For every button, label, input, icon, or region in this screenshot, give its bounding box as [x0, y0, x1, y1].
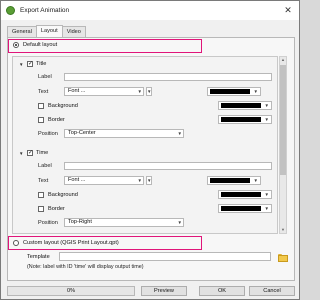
qgis-logo-icon [6, 6, 15, 15]
time-background-row: Background ▼ [38, 190, 272, 199]
title-text-row: Text Font ... ▼ ▼ ▼ [38, 87, 261, 96]
default-layout-label: Default layout [23, 42, 58, 48]
scroll-up-arrow-icon[interactable]: ▲ [280, 57, 286, 63]
time-background-color-button[interactable]: ▼ [218, 190, 272, 199]
chevron-down-icon: ▼ [137, 89, 142, 94]
title-position-select[interactable]: Top-Center ▼ [64, 129, 184, 138]
chevron-down-icon: ▼ [177, 220, 182, 225]
chevron-down-icon: ▼ [264, 103, 269, 108]
title-border-label: Border [48, 116, 65, 123]
tab-layout[interactable]: Layout [35, 25, 63, 37]
export-progress-bar: 0% [7, 286, 135, 296]
template-note: (Note: label with ID 'time' will display… [27, 264, 144, 270]
chevron-down-icon: ▼ [264, 117, 269, 122]
time-label-input[interactable] [64, 162, 272, 170]
time-border-row: Border ▼ [38, 204, 272, 213]
title-bar: Export Animation ✕ [1, 1, 299, 20]
color-swatch [210, 178, 250, 183]
title-enable-checkbox[interactable] [27, 60, 33, 68]
export-animation-dialog: Export Animation ✕ General Layout Video … [0, 0, 300, 300]
time-label-caption: Label [38, 163, 52, 169]
collapse-arrow-icon[interactable]: ▼ [19, 151, 24, 156]
time-label-row: Label [38, 162, 272, 170]
scrollbar-thumb[interactable] [280, 65, 286, 175]
custom-layout-radio[interactable] [13, 240, 19, 246]
color-swatch [210, 89, 250, 94]
close-icon[interactable]: ✕ [281, 4, 295, 17]
time-font-button[interactable]: Font ... ▼ [64, 176, 144, 185]
custom-layout-option[interactable]: Custom layout (QGIS Print Layout.qpt) [13, 240, 119, 246]
vertical-scrollbar[interactable]: ▲ ▼ [279, 56, 287, 234]
window-title: Export Animation [20, 7, 70, 14]
tab-bar: General Layout Video [7, 25, 86, 37]
color-swatch [221, 206, 261, 211]
title-group-header[interactable]: ▼ Title [19, 60, 275, 68]
title-position-value: Top-Center [68, 130, 96, 136]
chevron-down-icon: ▼ [137, 178, 142, 183]
ok-button[interactable]: OK [199, 286, 245, 296]
title-position-caption: Position [38, 130, 58, 137]
time-position-caption: Position [38, 219, 58, 226]
time-group: ▼ Time [19, 149, 275, 157]
title-background-label: Background [48, 102, 78, 109]
time-text-caption: Text [38, 177, 49, 184]
title-background-checkbox[interactable] [38, 102, 44, 109]
title-font-options-dropdown[interactable]: ▼ [146, 87, 152, 96]
preview-button[interactable]: Preview [141, 286, 187, 296]
time-text-color-button[interactable]: ▼ [207, 176, 261, 185]
title-label-caption: Label [38, 74, 52, 80]
default-layout-option[interactable]: Default layout [13, 42, 57, 48]
title-label-row: Label [38, 73, 272, 81]
color-swatch [221, 192, 261, 197]
color-swatch [221, 117, 261, 122]
time-text-row: Text Font ... ▼ ▼ ▼ [38, 176, 261, 185]
tab-video[interactable]: Video [61, 26, 86, 37]
chevron-down-icon: ▼ [177, 131, 182, 136]
title-border-color-button[interactable]: ▼ [218, 115, 272, 124]
custom-layout-label: Custom layout (QGIS Print Layout.qpt) [23, 240, 119, 246]
time-background-label: Background [48, 191, 78, 198]
template-row: Template [27, 252, 288, 262]
chevron-down-icon: ▼ [253, 89, 258, 94]
folder-icon[interactable] [277, 253, 288, 262]
title-border-checkbox[interactable] [38, 116, 44, 123]
title-position-row: Position Top-Center ▼ [38, 129, 184, 138]
layout-options-scroll-area[interactable]: ▼ Title Label Text Font ... ▼ ▼ ▼ Backgr [12, 56, 278, 234]
time-border-color-button[interactable]: ▼ [218, 204, 272, 213]
title-text-caption: Text [38, 88, 49, 95]
time-position-select[interactable]: Top-Right ▼ [64, 218, 184, 227]
chevron-down-icon: ▼ [264, 206, 269, 211]
title-group-label: Title [36, 61, 47, 67]
title-background-row: Background ▼ [38, 101, 272, 110]
title-background-color-button[interactable]: ▼ [218, 101, 272, 110]
time-group-header[interactable]: ▼ Time [19, 149, 275, 157]
scroll-down-arrow-icon[interactable]: ▼ [280, 227, 286, 233]
cancel-button[interactable]: Cancel [249, 286, 295, 296]
time-position-value: Top-Right [68, 219, 92, 225]
title-group: ▼ Title [19, 60, 275, 68]
time-group-label: Time [36, 150, 49, 156]
time-font-options-dropdown[interactable]: ▼ [146, 176, 152, 185]
title-label-input[interactable] [64, 73, 272, 81]
tab-general[interactable]: General [7, 26, 37, 37]
chevron-down-icon: ▼ [264, 192, 269, 197]
time-background-checkbox[interactable] [38, 191, 44, 198]
time-font-label: Font ... [68, 177, 86, 183]
template-path-input[interactable] [59, 252, 271, 261]
time-border-label: Border [48, 205, 65, 212]
time-position-row: Position Top-Right ▼ [38, 218, 184, 227]
template-caption: Template [27, 253, 50, 260]
default-layout-radio[interactable] [13, 42, 19, 48]
bottom-bar: 0% Preview OK Cancel [7, 285, 295, 297]
title-font-button[interactable]: Font ... ▼ [64, 87, 144, 96]
title-font-label: Font ... [68, 88, 86, 94]
title-border-row: Border ▼ [38, 115, 272, 124]
color-swatch [221, 103, 261, 108]
collapse-arrow-icon[interactable]: ▼ [19, 62, 24, 67]
chevron-down-icon: ▼ [253, 178, 258, 183]
time-border-checkbox[interactable] [38, 205, 44, 212]
title-text-color-button[interactable]: ▼ [207, 87, 261, 96]
time-enable-checkbox[interactable] [27, 149, 33, 157]
